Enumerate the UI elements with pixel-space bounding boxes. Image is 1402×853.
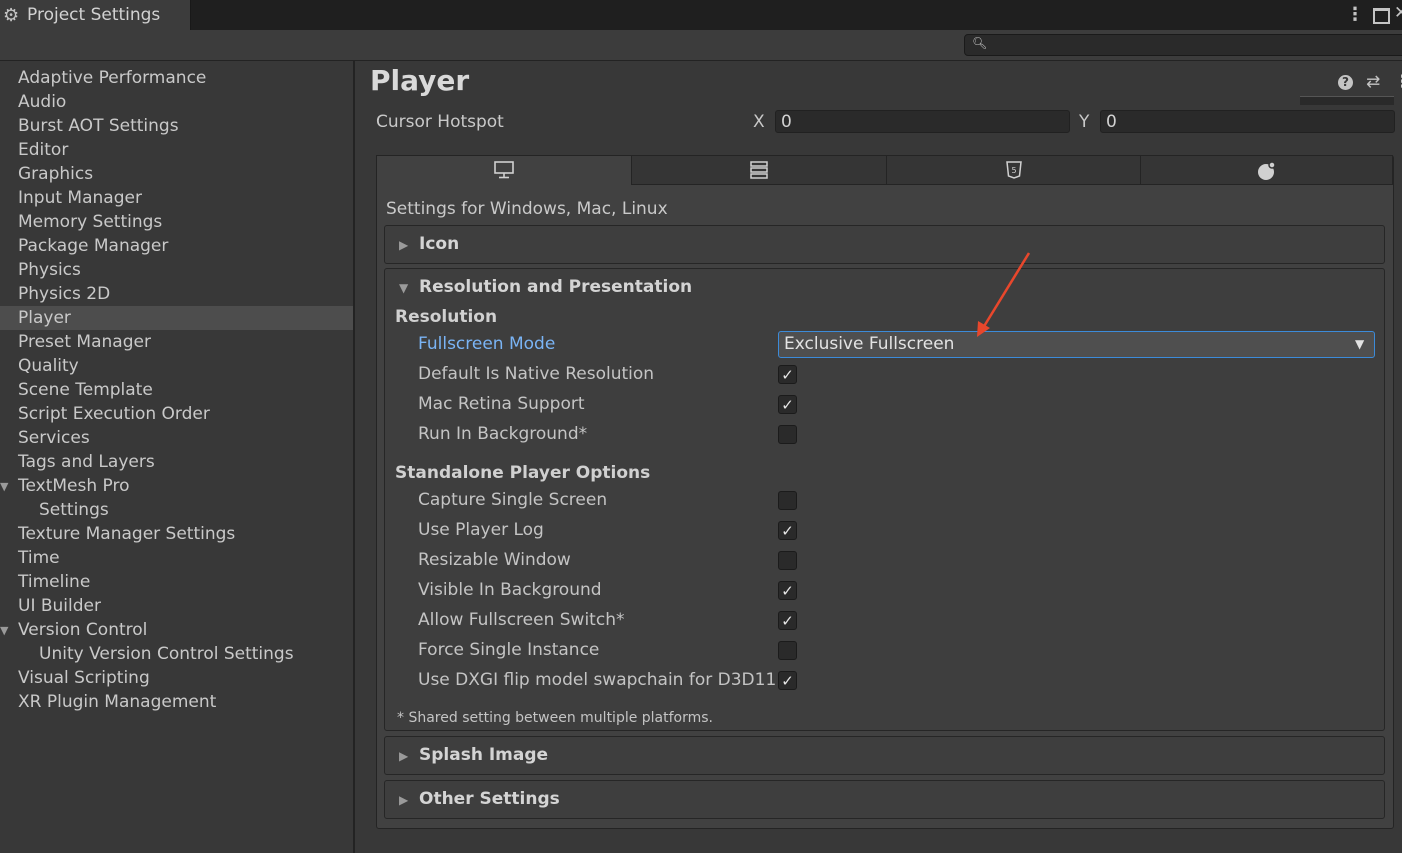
annotation-arrow (977, 252, 1031, 337)
